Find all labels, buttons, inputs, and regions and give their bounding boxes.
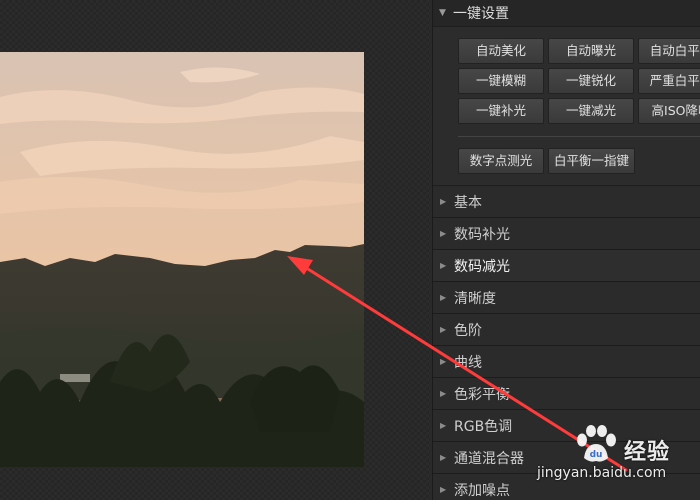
photo-sunset-mountains (0, 52, 364, 467)
chevron-right-icon: ▶ (440, 357, 447, 366)
menu-item-digital-fill-light[interactable]: ▶ 数码补光 (433, 218, 700, 250)
digital-spot-metering-button[interactable]: 数字点测光 (458, 148, 544, 174)
chevron-right-icon: ▶ (440, 389, 447, 398)
severe-white-balance-button[interactable]: 严重白平衡 (638, 68, 700, 94)
menu-item-label: 通道混合器 (454, 450, 524, 467)
image-canvas (0, 0, 430, 500)
white-balance-one-touch-button[interactable]: 白平衡一指键 (548, 148, 635, 174)
paw-logo-icon: du (577, 425, 616, 462)
watermark-url: jingyan.baidu.com (537, 465, 667, 481)
one-click-blur-button[interactable]: 一键模糊 (458, 68, 544, 94)
svg-text:du: du (590, 450, 603, 460)
chevron-down-icon: ▼ (439, 8, 446, 18)
one-click-fill-light-button[interactable]: 一键补光 (458, 98, 544, 124)
menu-item-label: 曲线 (454, 354, 482, 371)
menu-item-label: 添加噪点 (454, 482, 510, 499)
auto-exposure-button[interactable]: 自动曝光 (548, 38, 634, 64)
menu-item-label: 数码补光 (454, 226, 510, 243)
menu-item-label: 基本 (454, 194, 482, 211)
chevron-right-icon: ▶ (440, 421, 447, 430)
high-iso-denoise-button[interactable]: 高ISO降噪 (638, 98, 700, 124)
auto-beautify-button[interactable]: 自动美化 (458, 38, 544, 64)
chevron-right-icon: ▶ (440, 485, 447, 494)
chevron-right-icon: ▶ (440, 453, 447, 462)
menu-item-label: 色彩平衡 (454, 386, 510, 403)
menu-item-label: 数码减光 (454, 258, 510, 275)
chevron-right-icon: ▶ (440, 197, 447, 206)
section-divider (458, 136, 700, 137)
menu-item-basic[interactable]: ▶ 基本 (433, 186, 700, 218)
menu-item-curves[interactable]: ▶ 曲线 (433, 346, 700, 378)
menu-item-clarity[interactable]: ▶ 清晰度 (433, 282, 700, 314)
quick-settings-box: 自动美化 自动曝光 自动白平衡 一键模糊 一键锐化 严重白平衡 一键补光 一键减… (433, 26, 700, 186)
one-click-sharpen-button[interactable]: 一键锐化 (548, 68, 634, 94)
one-click-reduce-light-button[interactable]: 一键减光 (548, 98, 634, 124)
chevron-right-icon: ▶ (440, 325, 447, 334)
menu-item-color-balance[interactable]: ▶ 色彩平衡 (433, 378, 700, 410)
menu-item-label: 清晰度 (454, 290, 496, 307)
chevron-right-icon: ▶ (440, 293, 447, 302)
quick-settings-header[interactable]: ▼ 一键设置 (433, 0, 700, 26)
menu-item-digital-reduce-light[interactable]: ▶ 数码减光 (433, 250, 700, 282)
menu-item-levels[interactable]: ▶ 色阶 (433, 314, 700, 346)
menu-item-label: 色阶 (454, 322, 482, 339)
quick-settings-title: 一键设置 (453, 6, 509, 22)
chevron-right-icon: ▶ (440, 229, 447, 238)
chevron-right-icon: ▶ (440, 261, 447, 270)
menu-item-label: RGB色调 (454, 418, 513, 435)
auto-white-balance-button[interactable]: 自动白平衡 (638, 38, 700, 64)
watermark-title: 经验 (624, 440, 671, 465)
baidu-jingyan-watermark: du 经验 jingyan.baidu.com (532, 420, 700, 495)
